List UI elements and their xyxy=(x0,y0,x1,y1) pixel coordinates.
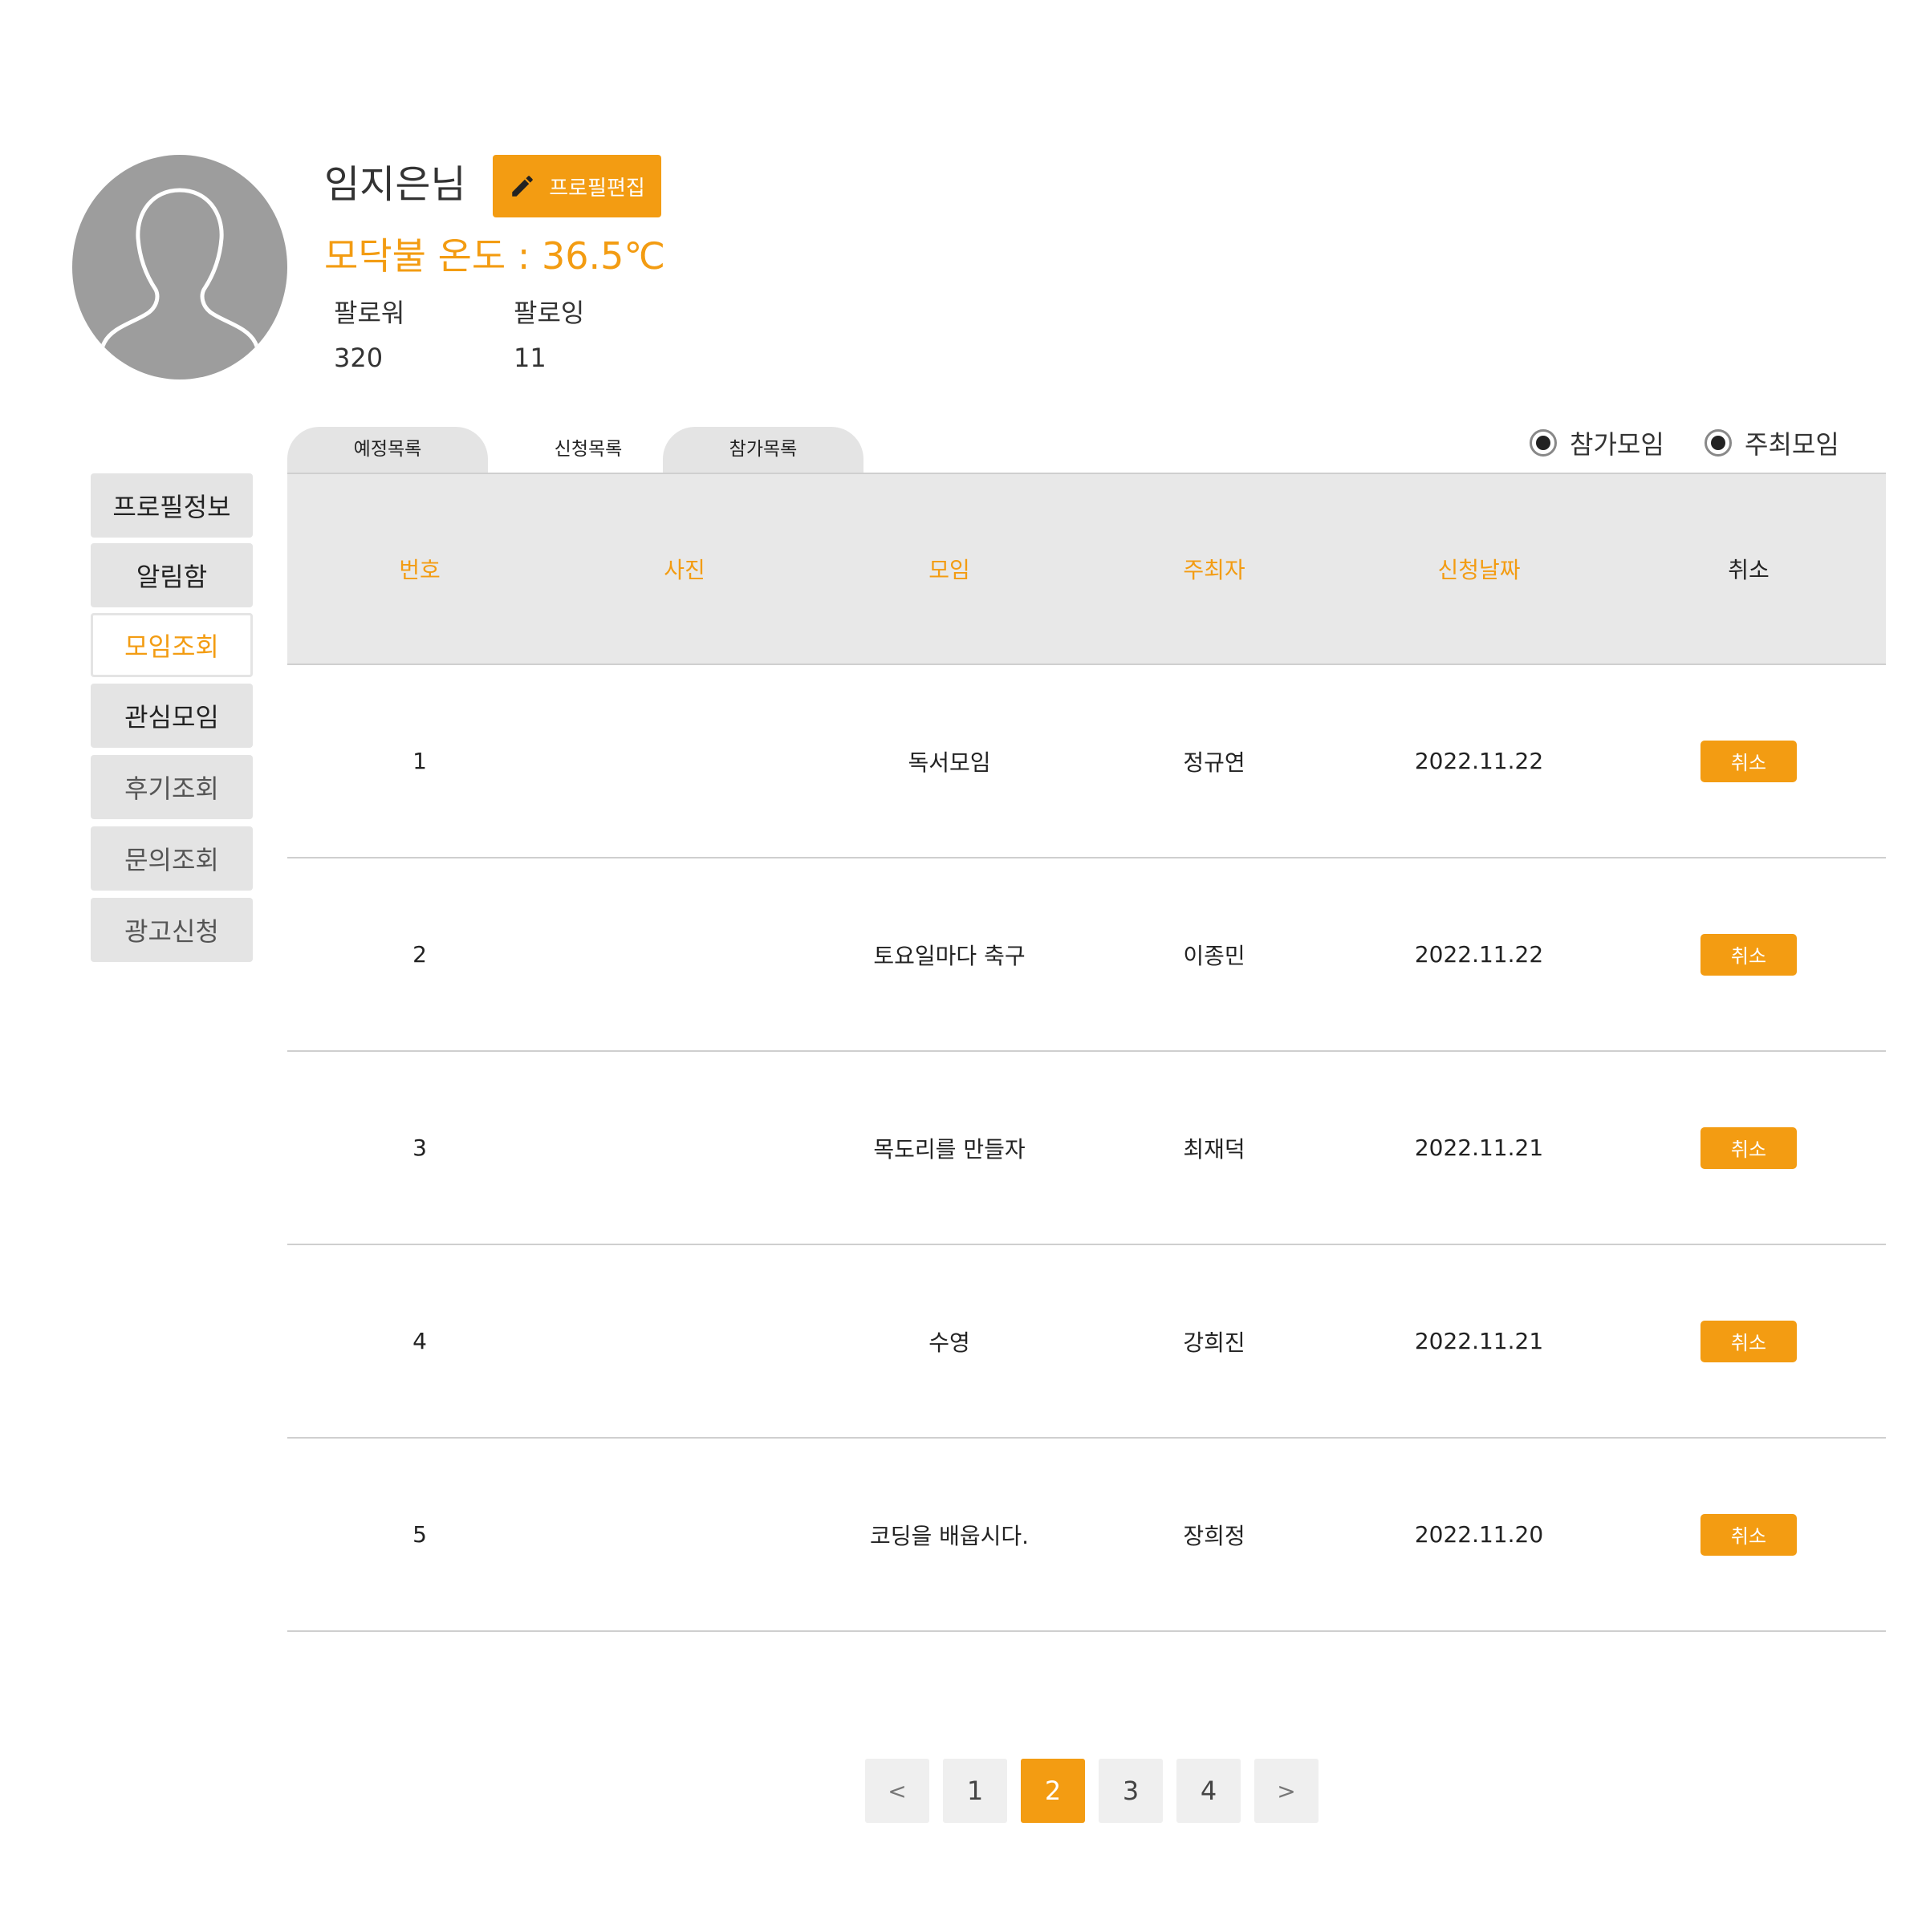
row-host: 정규연 xyxy=(1183,749,1245,776)
row-host: 강희진 xyxy=(1183,1329,1245,1356)
sidebar-item-notifications[interactable]: 알림함 xyxy=(91,543,253,607)
row-meeting: 수영 xyxy=(928,1329,970,1356)
row-number: 2 xyxy=(412,941,427,968)
temperature-text: 모닥불 온도 : 36.5℃ xyxy=(324,234,666,278)
sidebar-item-reviews[interactable]: 후기조회 xyxy=(91,755,253,819)
row-date: 2022.11.22 xyxy=(1414,941,1544,968)
row-photo xyxy=(552,1245,817,1437)
row-meeting: 목도리를 만들자 xyxy=(873,1135,1026,1163)
sidebar-item-meeting-lookup[interactable]: 모임조회 xyxy=(91,613,253,677)
page-1-button[interactable]: 1 xyxy=(943,1759,1007,1823)
sidebar-item-ad-request[interactable]: 광고신청 xyxy=(91,898,253,962)
row-meeting: 독서모임 xyxy=(908,749,991,776)
row-photo xyxy=(552,1439,817,1630)
table-header: 번호 사진 모임 주최자 신청날짜 취소 xyxy=(287,473,1886,665)
edit-profile-button[interactable]: 프로필편집 xyxy=(493,155,661,217)
header-photo: 사진 xyxy=(664,557,705,583)
page-4-button[interactable]: 4 xyxy=(1176,1759,1241,1823)
meeting-table: 번호 사진 모임 주최자 신청날짜 취소 1 독서모임 정규연 2022.11.… xyxy=(287,473,1886,1632)
row-action: 취소 xyxy=(1611,858,1886,1050)
row-date: 2022.11.20 xyxy=(1414,1521,1544,1548)
sidebar-item-profile-info[interactable]: 프로필정보 xyxy=(91,473,253,538)
row-number: 3 xyxy=(412,1134,427,1161)
page-3-button[interactable]: 3 xyxy=(1099,1759,1163,1823)
tab-applied[interactable]: 신청목록 xyxy=(488,427,689,473)
header-cancel: 취소 xyxy=(1728,557,1770,583)
row-number: 5 xyxy=(412,1521,427,1548)
row-host: 이종민 xyxy=(1183,942,1245,969)
table-row: 4 수영 강희진 2022.11.21 취소 xyxy=(287,1245,1886,1439)
cancel-button[interactable]: 취소 xyxy=(1700,1320,1797,1362)
row-date: 2022.11.22 xyxy=(1414,748,1544,774)
tab-participated[interactable]: 참가목록 xyxy=(663,427,863,473)
table-row: 1 독서모임 정규연 2022.11.22 취소 xyxy=(287,665,1886,858)
edit-profile-label: 프로필편집 xyxy=(549,176,645,201)
radio-icon[interactable] xyxy=(1530,429,1557,457)
row-photo xyxy=(552,1052,817,1244)
filter-hosting[interactable]: 주최모임 xyxy=(1705,424,1839,462)
prev-page-button[interactable]: < xyxy=(865,1759,929,1823)
row-date: 2022.11.21 xyxy=(1414,1134,1544,1161)
filter-participating[interactable]: 참가모임 xyxy=(1530,424,1664,462)
pagination: < 1 2 3 4 > xyxy=(865,1759,1319,1823)
cancel-button[interactable]: 취소 xyxy=(1700,1126,1797,1169)
row-number: 1 xyxy=(412,748,427,774)
row-host: 장희정 xyxy=(1183,1522,1245,1549)
next-page-button[interactable]: > xyxy=(1254,1759,1319,1823)
header-number: 번호 xyxy=(399,557,441,583)
following-label[interactable]: 팔로잉 xyxy=(514,295,584,331)
row-action: 취소 xyxy=(1611,1245,1886,1437)
row-host: 최재덕 xyxy=(1183,1135,1245,1163)
row-date: 2022.11.21 xyxy=(1414,1328,1544,1354)
radio-icon[interactable] xyxy=(1705,429,1732,457)
row-action: 취소 xyxy=(1611,1052,1886,1244)
header-apply-date: 신청날짜 xyxy=(1437,557,1521,583)
page-2-button[interactable]: 2 xyxy=(1021,1759,1085,1823)
table-row: 5 코딩을 배웁시다. 장희정 2022.11.20 취소 xyxy=(287,1439,1886,1632)
cancel-button[interactable]: 취소 xyxy=(1700,933,1797,976)
user-name: 임지은님 xyxy=(324,162,466,207)
cancel-button[interactable]: 취소 xyxy=(1700,1513,1797,1556)
row-action: 취소 xyxy=(1611,1439,1886,1630)
sidebar-item-inquiries[interactable]: 문의조회 xyxy=(91,826,253,891)
pencil-icon xyxy=(512,176,533,197)
followers-count[interactable]: 320 xyxy=(334,340,383,375)
cancel-button[interactable]: 취소 xyxy=(1700,740,1797,782)
row-photo xyxy=(552,665,817,857)
following-count[interactable]: 11 xyxy=(514,340,547,375)
header-meeting: 모임 xyxy=(928,557,970,583)
sidebar-item-interested-meetings[interactable]: 관심모임 xyxy=(91,684,253,748)
followers-label[interactable]: 팔로워 xyxy=(334,295,404,331)
filter-participating-label: 참가모임 xyxy=(1570,429,1664,460)
row-action: 취소 xyxy=(1611,665,1886,857)
table-row: 3 목도리를 만들자 최재덕 2022.11.21 취소 xyxy=(287,1052,1886,1245)
tab-scheduled[interactable]: 예정목록 xyxy=(287,427,488,473)
row-meeting: 토요일마다 축구 xyxy=(873,942,1026,969)
avatar xyxy=(72,155,287,380)
row-number: 4 xyxy=(412,1328,427,1354)
filter-hosting-label: 주최모임 xyxy=(1745,429,1839,460)
table-row: 2 토요일마다 축구 이종민 2022.11.22 취소 xyxy=(287,858,1886,1052)
header-host: 주최자 xyxy=(1183,557,1245,583)
row-photo xyxy=(552,858,817,1050)
user-silhouette-icon xyxy=(97,188,262,367)
row-meeting: 코딩을 배웁시다. xyxy=(869,1522,1030,1549)
